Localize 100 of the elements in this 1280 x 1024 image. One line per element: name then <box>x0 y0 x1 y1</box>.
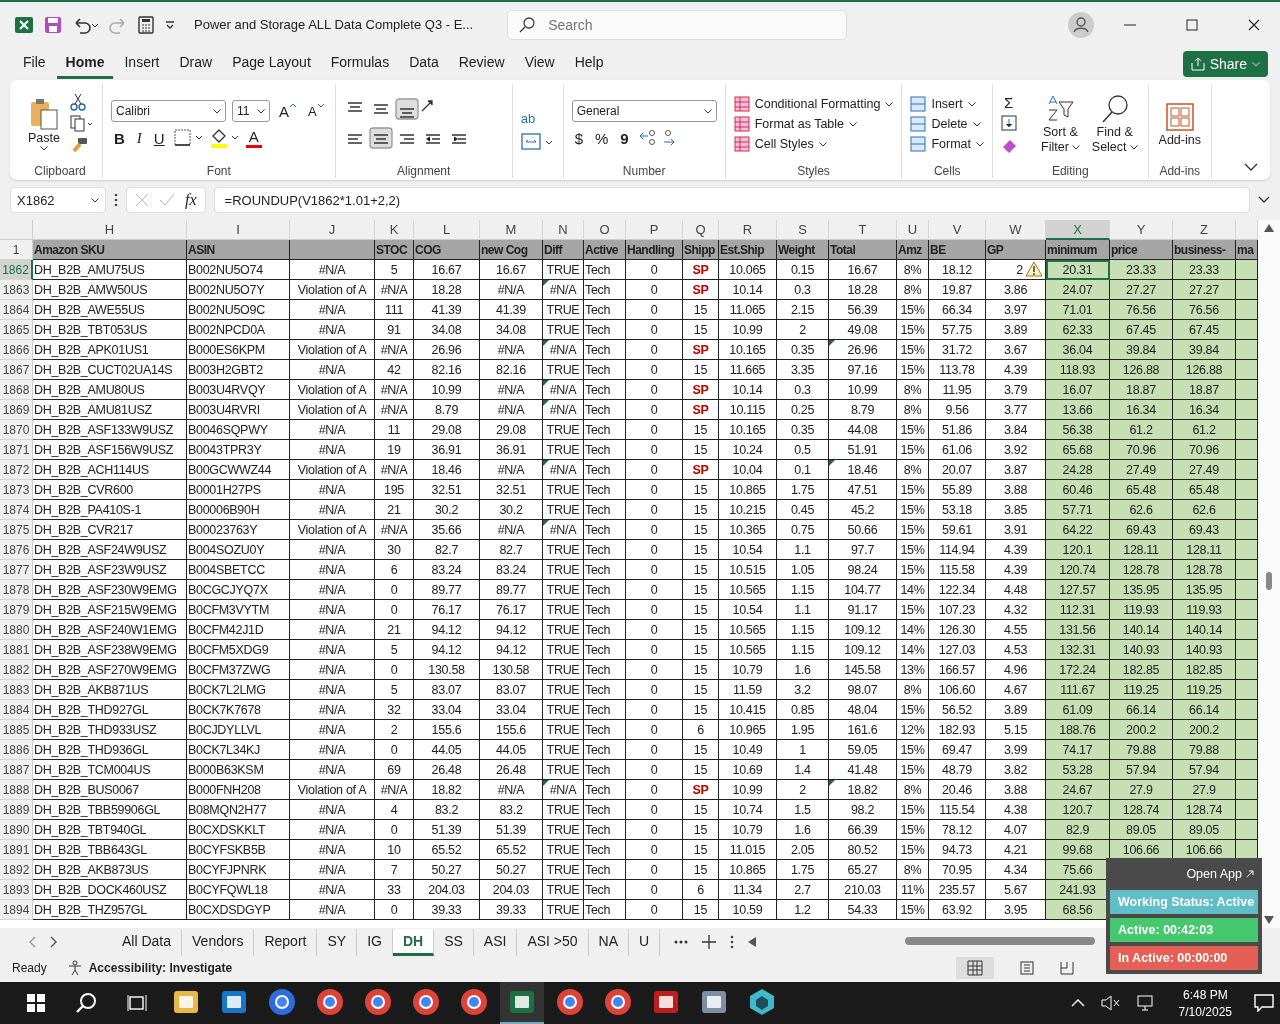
row-number[interactable]: 1881 <box>0 640 33 660</box>
column-heading[interactable]: R <box>719 220 777 240</box>
clock-date[interactable]: 7/10/2025 <box>1178 1004 1232 1019</box>
cells-menu-button[interactable]: Format <box>910 136 984 152</box>
cut-icon[interactable] <box>69 93 86 111</box>
scroll-down-icon[interactable] <box>1264 916 1274 924</box>
sheet-tab[interactable]: DH <box>392 928 435 956</box>
comma-button[interactable]: 9 <box>617 129 632 147</box>
row-number[interactable]: 1878 <box>0 580 33 600</box>
row-number[interactable]: 1890 <box>0 820 33 840</box>
browser-icon[interactable] <box>412 988 440 1016</box>
sort-filter-button[interactable]: Sort & Filter <box>1039 92 1082 156</box>
speaker-muted-icon[interactable] <box>1100 995 1121 1011</box>
folder-app-icon[interactable] <box>172 988 200 1016</box>
normal-view-icon[interactable] <box>956 957 994 979</box>
row-number[interactable]: 1867 <box>0 360 33 380</box>
column-heading[interactable]: P <box>626 220 683 240</box>
sheet-tab[interactable]: SS <box>434 928 474 956</box>
browser-icon[interactable] <box>556 988 584 1016</box>
row-number[interactable]: 1887 <box>0 760 33 780</box>
row-number[interactable]: 1877 <box>0 560 33 580</box>
column-heading[interactable]: N <box>543 220 584 240</box>
shrink-font-button[interactable]: A <box>305 103 327 119</box>
expand-icon[interactable] <box>1258 196 1270 204</box>
name-box[interactable]: X1862 <box>10 187 106 213</box>
customize-icon[interactable] <box>164 19 176 31</box>
add-sheet-icon[interactable] <box>702 935 717 949</box>
wrap-text-button[interactable]: ab <box>520 110 536 126</box>
scrollbar-thumb[interactable] <box>1266 572 1272 590</box>
sheet-tab[interactable]: NA <box>588 928 630 956</box>
ribbon-tab[interactable]: File <box>14 49 55 79</box>
styles-menu-button[interactable]: Cell Styles <box>733 136 827 152</box>
currency-button[interactable]: $ <box>571 129 586 147</box>
font-color-button[interactable]: A <box>245 128 262 148</box>
ribbon-tab[interactable]: Page Layout <box>223 49 320 79</box>
clock-time[interactable]: 6:48 PM <box>1182 987 1228 1002</box>
row-number[interactable]: 1875 <box>0 520 33 540</box>
accessibility-icon[interactable] <box>66 960 83 976</box>
row-number[interactable]: 1874 <box>0 500 33 520</box>
ribbon-tab[interactable]: Help <box>565 49 613 79</box>
sheet-tab[interactable]: Report <box>254 928 318 956</box>
column-heading[interactable]: Y <box>1110 220 1173 240</box>
row-number[interactable]: 1893 <box>0 880 33 900</box>
outlook-app-icon[interactable] <box>220 988 248 1016</box>
more-sheets-icon[interactable] <box>674 940 689 944</box>
merge-center-icon[interactable] <box>520 131 555 152</box>
page-break-icon[interactable] <box>1060 961 1074 975</box>
more-icon[interactable] <box>730 935 735 949</box>
account-icon[interactable] <box>1068 12 1094 38</box>
row-number[interactable]: 1869 <box>0 400 33 420</box>
column-heading[interactable]: V <box>929 220 986 240</box>
save-icon[interactable] <box>44 16 62 34</box>
warning-icon[interactable] <box>1025 261 1043 277</box>
column-heading[interactable]: Z <box>1173 220 1236 240</box>
row-number[interactable]: 1865 <box>0 320 33 340</box>
cells-menu-button[interactable]: Insert <box>910 96 976 112</box>
task-view-icon[interactable] <box>127 994 147 1012</box>
open-app-link[interactable]: Open App <box>1178 862 1258 886</box>
underline-button[interactable]: U <box>150 129 168 147</box>
filezilla-app-icon[interactable] <box>652 988 680 1016</box>
ribbon-tab[interactable]: View <box>515 49 564 79</box>
calculator-app-icon[interactable] <box>700 988 728 1016</box>
scroll-left-icon[interactable] <box>748 937 757 947</box>
row-number[interactable]: 1871 <box>0 440 33 460</box>
ribbon-tab[interactable]: Insert <box>115 49 169 79</box>
column-heading[interactable]: K <box>375 220 414 240</box>
row-number[interactable]: 1876 <box>0 540 33 560</box>
hexagon-app-icon[interactable] <box>748 988 776 1016</box>
add-ins-button[interactable]: Add-ins <box>1156 99 1203 149</box>
number-format-dropdown[interactable]: General <box>571 100 717 122</box>
collapse-ribbon-icon[interactable] <box>1244 162 1258 172</box>
row-number[interactable]: 1872 <box>0 460 33 480</box>
row-number[interactable]: 1889 <box>0 800 33 820</box>
row-number[interactable]: 1870 <box>0 420 33 440</box>
autosum-button[interactable]: Σ <box>1001 93 1017 111</box>
styles-menu-button[interactable]: Conditional Formatting <box>733 96 894 112</box>
sheet-tab[interactable]: U <box>629 928 661 956</box>
paste-button[interactable]: Paste <box>26 95 62 153</box>
accessibility-status[interactable]: Accessibility: Investigate <box>88 961 233 975</box>
formula-field[interactable]: =ROUNDUP(V1862*1.01+2,2) <box>213 187 1250 213</box>
share-button[interactable]: Share <box>1182 51 1268 77</box>
row-number[interactable]: 1894 <box>0 900 33 920</box>
ribbon-tab[interactable]: Draw <box>170 49 222 79</box>
row-number[interactable]: 1888 <box>0 780 33 800</box>
browser-icon[interactable] <box>604 988 632 1016</box>
row-number[interactable]: 1879 <box>0 600 33 620</box>
search-field[interactable]: Search <box>507 10 848 40</box>
scroll-up-icon[interactable] <box>1264 224 1274 232</box>
row-number[interactable]: 1873 <box>0 480 33 500</box>
column-heading[interactable]: T <box>829 220 897 240</box>
browser-icon[interactable] <box>364 988 392 1016</box>
column-heading[interactable]: W <box>986 220 1046 240</box>
row-number[interactable]: 1863 <box>0 280 33 300</box>
search-icon[interactable] <box>75 992 97 1014</box>
ribbon-tab[interactable]: Review <box>449 49 514 79</box>
row-number[interactable]: 1892 <box>0 860 33 880</box>
sheet-tab[interactable]: SY <box>317 928 358 956</box>
sheet-tab[interactable]: IG <box>357 928 393 956</box>
row-number[interactable]: 1886 <box>0 740 33 760</box>
notifications-icon[interactable] <box>1254 994 1274 1012</box>
